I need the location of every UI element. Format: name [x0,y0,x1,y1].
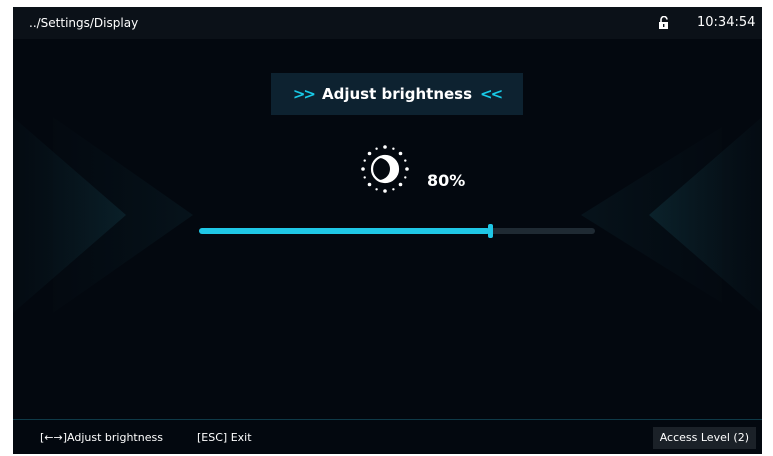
slider-fill [199,228,490,234]
chevron-right-icon: >> [292,85,316,103]
dialog-title-text: Adjust brightness [321,85,473,103]
chevron-left-icon: << [480,85,503,103]
access-level-badge: Access Level (2) [652,427,756,449]
exit-hint: [ESC] Exit [197,431,252,444]
adjust-brightness-hint: [←→]Adjust brightness [40,431,163,444]
slider-thumb[interactable] [488,224,493,238]
brightness-percent: 80% [427,171,466,190]
top-bar: ../Settings/Display 10:34:54 [13,7,762,39]
breadcrumb: ../Settings/Display [29,16,139,30]
unlocked-padlock-icon [659,16,668,29]
bottom-bar: [←→]Adjust brightness [ESC] Exit Access … [13,419,762,454]
dialog-title: >> Adjust brightness << [271,73,523,115]
brightness-slider[interactable] [199,224,595,238]
clock: 10:34:54 [697,15,756,30]
screen: ../Settings/Display 10:34:54 >> Adjust b… [13,7,762,454]
brightness-sun-icon [361,145,409,193]
